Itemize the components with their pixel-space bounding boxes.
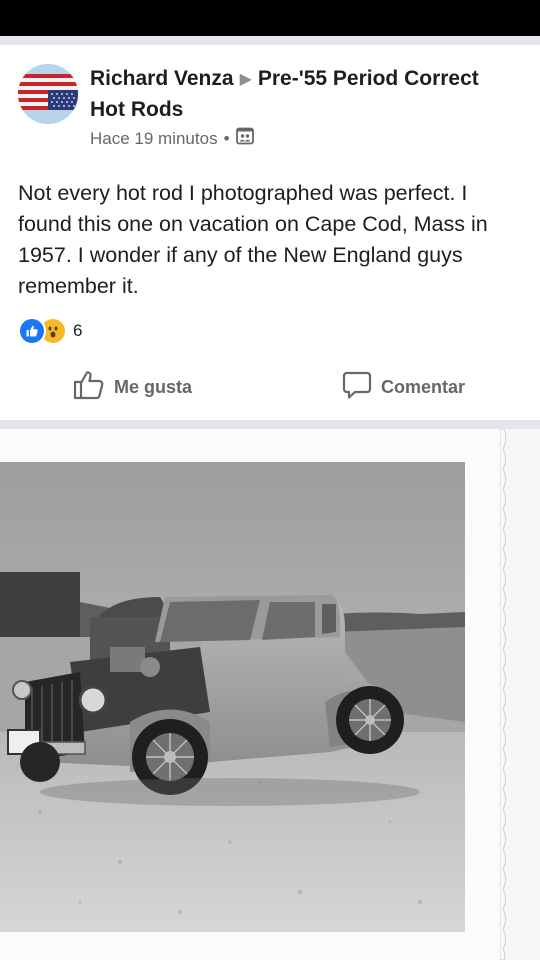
post-title-line: Richard Venza ▶ Pre-'55 Period Correct Hot… <box>90 64 510 124</box>
shared-to-arrow-icon: ▶ <box>239 71 252 88</box>
thumbs-up-icon <box>73 370 105 405</box>
author-avatar[interactable] <box>18 64 78 124</box>
group-privacy-icon <box>235 127 254 150</box>
meta-separator: • <box>223 128 230 148</box>
reactions-summary[interactable]: 6 <box>18 317 82 345</box>
post-meta: Hace 19 minutos • <box>90 127 254 150</box>
like-button-label: Me gusta <box>114 376 193 397</box>
comment-button-label: Comentar <box>381 376 466 397</box>
reaction-count: 6 <box>73 321 83 340</box>
post-body-text: Not every hot rod I photographed was per… <box>18 181 488 298</box>
like-reaction-icon <box>18 317 46 345</box>
post-actions-bar: Me gusta Comentar <box>0 362 540 412</box>
top-divider <box>0 36 540 45</box>
post-timestamp[interactable]: Hace 19 minutos <box>90 129 218 149</box>
like-button[interactable]: Me gusta <box>73 362 192 412</box>
post-header: Richard Venza ▶ Pre-'55 Period Correct Hot… <box>90 64 510 124</box>
comment-button[interactable]: Comentar <box>342 362 465 412</box>
post-photo[interactable] <box>0 429 540 960</box>
flag-avatar-image <box>18 64 78 124</box>
status-bar <box>0 0 540 36</box>
hot-rod-photograph <box>0 462 465 932</box>
comment-bubble-icon <box>342 370 372 405</box>
author-name[interactable]: Richard Venza <box>90 67 234 90</box>
photo-deckled-edge <box>500 429 540 960</box>
media-divider <box>0 420 540 429</box>
